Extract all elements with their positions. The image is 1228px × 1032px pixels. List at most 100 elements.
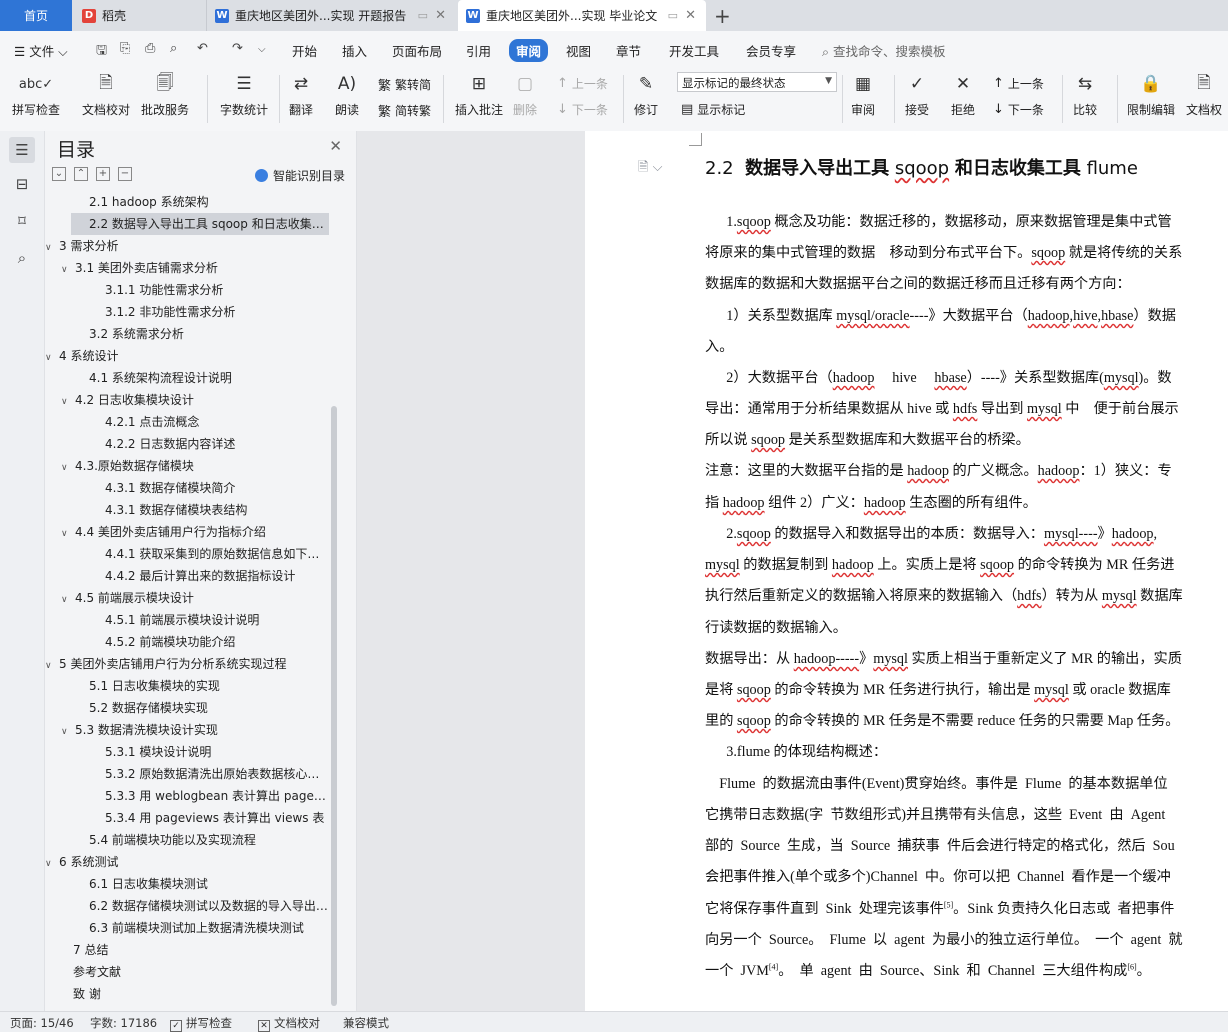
toc-item[interactable]: ∨ 4.2 日志收集模块设计 <box>61 389 317 411</box>
toc-item[interactable]: 5.4 前端模块功能以及实现流程 <box>89 829 331 851</box>
spellcheck-button[interactable]: abc✓ 拼写检查 <box>12 71 60 118</box>
close-icon[interactable]: ✕ <box>685 8 696 23</box>
translate-button[interactable]: ⇄ 翻译 <box>288 71 314 118</box>
menu-member[interactable]: 会员专享 <box>746 41 796 60</box>
toc-item[interactable]: ∨ 3.1 美团外卖店铺需求分析 <box>61 257 317 279</box>
toc-item[interactable]: 4.2.1 点击流概念 <box>105 411 331 433</box>
toc-item[interactable]: 参考文献 <box>73 961 331 983</box>
chevron-down-icon[interactable]: ∨ <box>45 347 59 367</box>
chevron-down-icon[interactable]: ∨ <box>45 237 59 257</box>
chevron-down-icon[interactable]: ∨ <box>61 523 75 543</box>
spell-check-toggle[interactable]: ✓ 拼写检查 <box>170 1015 232 1032</box>
menu-review[interactable]: 审阅 <box>509 39 549 62</box>
undo-icon[interactable]: ↶ <box>197 41 208 56</box>
toc-item[interactable]: 4.3.1 数据存储模块简介 <box>105 477 331 499</box>
search-icon[interactable]: ⌕ <box>9 245 35 271</box>
menu-insert[interactable]: 插入 <box>342 41 367 60</box>
toc-scrollbar[interactable] <box>331 406 337 1006</box>
save-icon[interactable]: 🖫 <box>96 41 107 63</box>
collapse-all-icon[interactable]: ⌄ <box>52 167 66 181</box>
close-icon[interactable]: ✕ <box>435 8 446 23</box>
toc-item[interactable]: 4.2.2 日志数据内容详述 <box>105 433 331 455</box>
doc-check-button[interactable]: 🗎 文档校对 <box>82 71 130 118</box>
insert-comment-button[interactable]: ⊞ 插入批注 <box>455 71 503 118</box>
bookmark-icon[interactable]: ⌑ <box>9 208 35 234</box>
trad-to-simp-button[interactable]: 繁繁转简 <box>378 75 431 94</box>
toc-item[interactable]: 3.2 系统需求分析 <box>89 323 331 345</box>
chevron-down-icon[interactable]: ∨ <box>45 853 59 873</box>
toc-item[interactable]: 4.1 系统架构流程设计说明 <box>89 367 331 389</box>
toc-item[interactable]: 6.3 前端模块测试加上数据清洗模块测试 <box>89 917 331 939</box>
word-count[interactable]: 字数: 17186 <box>90 1015 157 1031</box>
export-icon[interactable]: ⎘ <box>120 41 130 56</box>
toc-item[interactable]: ∨ 3 需求分析 <box>45 235 317 257</box>
restrict-edit-button[interactable]: 🔒 限制编辑 <box>1127 71 1175 118</box>
preview-icon[interactable]: ⌕ <box>170 41 177 56</box>
menu-developer[interactable]: 开发工具 <box>669 41 719 60</box>
toc-item[interactable]: ∨ 4.5 前端展示模块设计 <box>61 587 317 609</box>
toc-item[interactable]: 6.1 日志收集模块测试 <box>89 873 331 895</box>
file-menu[interactable]: ☰ 文件 ⌵ <box>14 41 68 60</box>
new-tab-plus-icon[interactable]: + <box>714 4 731 28</box>
next-comment-button[interactable]: ↓ 下一条 <box>557 101 608 118</box>
menu-view[interactable]: 视图 <box>566 41 591 60</box>
toc-item[interactable]: ∨ 4 系统设计 <box>45 345 317 367</box>
menu-reference[interactable]: 引用 <box>466 41 491 60</box>
compare-button[interactable]: ⇆ 比较 <box>1072 71 1098 118</box>
next-change-button[interactable]: ↓ 下一条 <box>993 101 1044 118</box>
redo-icon[interactable]: ↷ <box>232 41 243 56</box>
command-search[interactable]: ⌕ 查找命令、搜索模板 <box>822 41 946 60</box>
tab-proposal-doc[interactable]: W 重庆地区美团外...实现 开题报告 ▭ ✕ <box>206 0 456 31</box>
markup-state-select[interactable]: 显示标记的最终状态 ▼ <box>677 72 837 92</box>
toc-item[interactable]: 2.1 hadoop 系统架构 <box>89 191 331 213</box>
chevron-down-icon[interactable]: ∨ <box>61 589 75 609</box>
chapter-nav-icon[interactable]: ⊟ <box>9 171 35 197</box>
toc-item[interactable]: 4.4.2 最后计算出来的数据指标设计 <box>105 565 331 587</box>
toc-item[interactable]: 2.2 数据导入导出工具 sqoop 和日志收集工具 flume <box>71 213 329 235</box>
toc-item[interactable]: 6.2 数据存储模块测试以及数据的导入导出测试 <box>89 895 331 917</box>
toc-item[interactable]: 3.1.1 功能性需求分析 <box>105 279 331 301</box>
tab-daoke[interactable]: D 稻壳 <box>74 0 202 31</box>
toc-item[interactable]: 5.3.2 原始数据清洗出原始表数据核心代码 <box>105 763 331 785</box>
toc-item[interactable]: 3.1.2 非功能性需求分析 <box>105 301 331 323</box>
toc-item[interactable]: ∨ 5 美团外卖店铺用户行为分析系统实现过程 <box>45 653 317 675</box>
toc-item[interactable]: ∨ 4.3.原始数据存储模块 <box>61 455 317 477</box>
toc-item[interactable]: 5.3.1 模块设计说明 <box>105 741 331 763</box>
toc-item[interactable]: 5.3.3 用 weblogbean 表计算出 pageviews 表 <box>105 785 331 807</box>
simp-to-trad-button[interactable]: 繁简转繁 <box>378 101 431 120</box>
chevron-down-icon[interactable]: ∨ <box>61 457 75 477</box>
toc-item[interactable]: ∨ 5.3 数据清洗模块设计实现 <box>61 719 317 741</box>
print-icon[interactable]: ⎙ <box>145 41 155 56</box>
add-heading-icon[interactable]: + <box>96 167 110 181</box>
toc-item[interactable]: 7 总结 <box>73 939 331 961</box>
chevron-down-icon[interactable]: ∨ <box>61 391 75 411</box>
revise-button[interactable]: ✎ 修订 <box>633 71 659 118</box>
toc-toggle-icon[interactable]: ☰ <box>9 137 35 163</box>
chevron-down-icon[interactable]: ∨ <box>45 655 59 675</box>
annotate-service-button[interactable]: 🗐 批改服务 <box>141 71 189 118</box>
customize-icon[interactable]: ⌵ <box>258 44 266 55</box>
smart-toc-button[interactable]: 智能识别目录 <box>255 167 345 184</box>
menu-start[interactable]: 开始 <box>292 41 317 60</box>
chevron-down-icon[interactable]: ∨ <box>61 259 75 279</box>
read-aloud-button[interactable]: A) 朗读 <box>334 71 360 118</box>
doc-permission-button[interactable]: 🗎 文档权 <box>1186 71 1222 118</box>
toc-item[interactable]: ∨ 4.4 美团外卖店铺用户行为指标介绍 <box>61 521 317 543</box>
toc-item[interactable]: 4.4.1 获取采集到的原始数据信息如下所示 <box>105 543 331 565</box>
chevron-down-icon[interactable]: ∨ <box>61 721 75 741</box>
remove-heading-icon[interactable]: − <box>118 167 132 181</box>
paragraph-menu-icon[interactable]: 🗎 ⌵ <box>638 158 662 180</box>
accept-button[interactable]: ✓ 接受 <box>904 71 930 118</box>
word-count-button[interactable]: ☰ 字数统计 <box>220 71 268 118</box>
menu-page-layout[interactable]: 页面布局 <box>392 41 442 60</box>
toc-item[interactable]: 5.2 数据存储模块实现 <box>89 697 331 719</box>
toc-item[interactable]: 5.3.4 用 pageviews 表计算出 views 表 <box>105 807 331 829</box>
tab-home[interactable]: 首页 <box>0 0 72 31</box>
expand-all-icon[interactable]: ⌃ <box>74 167 88 181</box>
prev-change-button[interactable]: ↑ 上一条 <box>993 75 1044 92</box>
menu-section[interactable]: 章节 <box>616 41 641 60</box>
proofread-toggle[interactable]: ✕ 文档校对 <box>258 1015 320 1032</box>
close-icon[interactable]: ✕ <box>329 137 342 155</box>
page-indicator[interactable]: 页面: 15/46 <box>10 1015 74 1031</box>
prev-comment-button[interactable]: ↑ 上一条 <box>557 75 608 92</box>
